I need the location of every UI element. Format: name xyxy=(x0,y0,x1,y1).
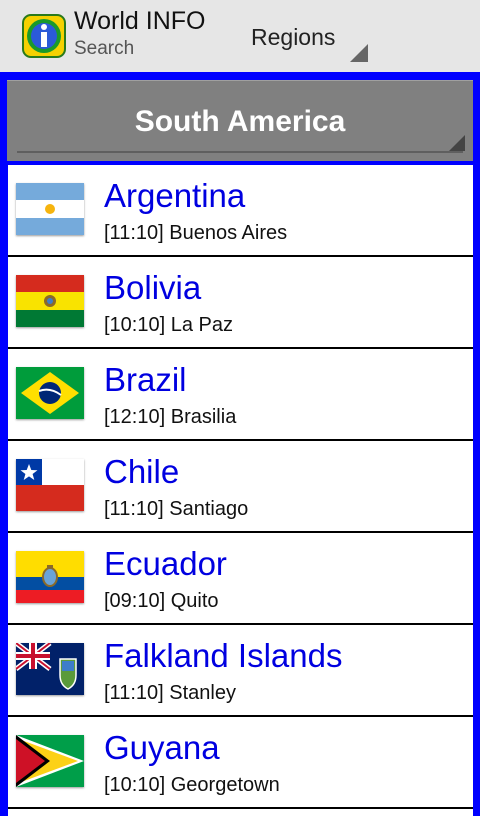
country-row[interactable]: Chile [11:10] Santiago xyxy=(8,441,473,533)
falkland-islands-flag-icon xyxy=(16,643,84,695)
region-underline xyxy=(17,151,463,153)
action-bar: World INFO Search Regions xyxy=(0,0,480,72)
local-time: [11:10] xyxy=(104,222,164,244)
dropdown-triangle-icon xyxy=(449,135,465,151)
chile-flag-icon xyxy=(16,459,84,511)
country-name: Argentina xyxy=(104,177,246,214)
country-time-capital: [10:10] La Paz xyxy=(104,314,233,337)
country-time-capital: [11:10] Santiago xyxy=(104,498,248,521)
guyana-flag-icon xyxy=(16,735,84,787)
bolivia-flag-icon xyxy=(16,275,84,327)
app-title: World INFO xyxy=(74,7,206,35)
country-name: Falkland Islands xyxy=(104,637,343,674)
ecuador-flag-icon xyxy=(16,551,84,603)
regions-dropdown[interactable]: Regions xyxy=(230,0,380,72)
country-row[interactable]: Brazil [12:10] Brasilia xyxy=(8,349,473,441)
country-time-capital: [10:10] Georgetown xyxy=(104,774,280,797)
local-time: [10:10] xyxy=(104,314,166,336)
local-time: [11:10] xyxy=(104,498,164,520)
local-time: [09:10] xyxy=(104,590,166,612)
local-time: [11:10] xyxy=(104,682,164,704)
country-name: Guyana xyxy=(104,729,220,766)
capital-name: Brasilia xyxy=(170,406,237,428)
region-selector[interactable]: South America xyxy=(7,80,473,161)
capital-name: Stanley xyxy=(169,682,236,704)
brazil-flag-icon xyxy=(16,367,84,419)
capital-name: La Paz xyxy=(170,314,233,336)
country-row[interactable]: Bolivia [10:10] La Paz xyxy=(8,257,473,349)
argentina-flag-icon xyxy=(16,183,84,235)
country-row[interactable]: Argentina [11:10] Buenos Aires xyxy=(8,165,473,257)
country-time-capital: [12:10] Brasilia xyxy=(104,406,236,429)
country-time-capital: [11:10] Buenos Aires xyxy=(104,222,287,245)
country-row[interactable]: Guyana [10:10] Georgetown xyxy=(8,717,473,809)
dropdown-triangle-icon xyxy=(350,44,368,62)
country-time-capital: [11:10] Stanley xyxy=(104,682,236,705)
capital-name: Quito xyxy=(170,590,219,612)
capital-name: Buenos Aires xyxy=(169,222,288,244)
country-row[interactable]: Ecuador [09:10] Quito xyxy=(8,533,473,625)
local-time: [12:10] xyxy=(104,406,166,428)
country-name: Brazil xyxy=(104,361,187,398)
capital-name: Santiago xyxy=(169,498,249,520)
country-list[interactable]: Argentina [11:10] Buenos Aires Bolivia [… xyxy=(8,165,473,816)
country-row[interactable]: Falkland Islands [11:10] Stanley xyxy=(8,625,473,717)
country-name: Ecuador xyxy=(104,545,227,582)
capital-name: Georgetown xyxy=(170,774,280,796)
regions-label: Regions xyxy=(251,24,336,50)
country-name: Chile xyxy=(104,453,180,490)
country-time-capital: [09:10] Quito xyxy=(104,590,219,613)
country-name: Bolivia xyxy=(104,269,202,306)
local-time: [10:10] xyxy=(104,774,166,796)
app-subtitle: Search xyxy=(74,38,135,59)
region-title: South America xyxy=(134,105,346,138)
info-globe-icon[interactable] xyxy=(22,14,66,58)
